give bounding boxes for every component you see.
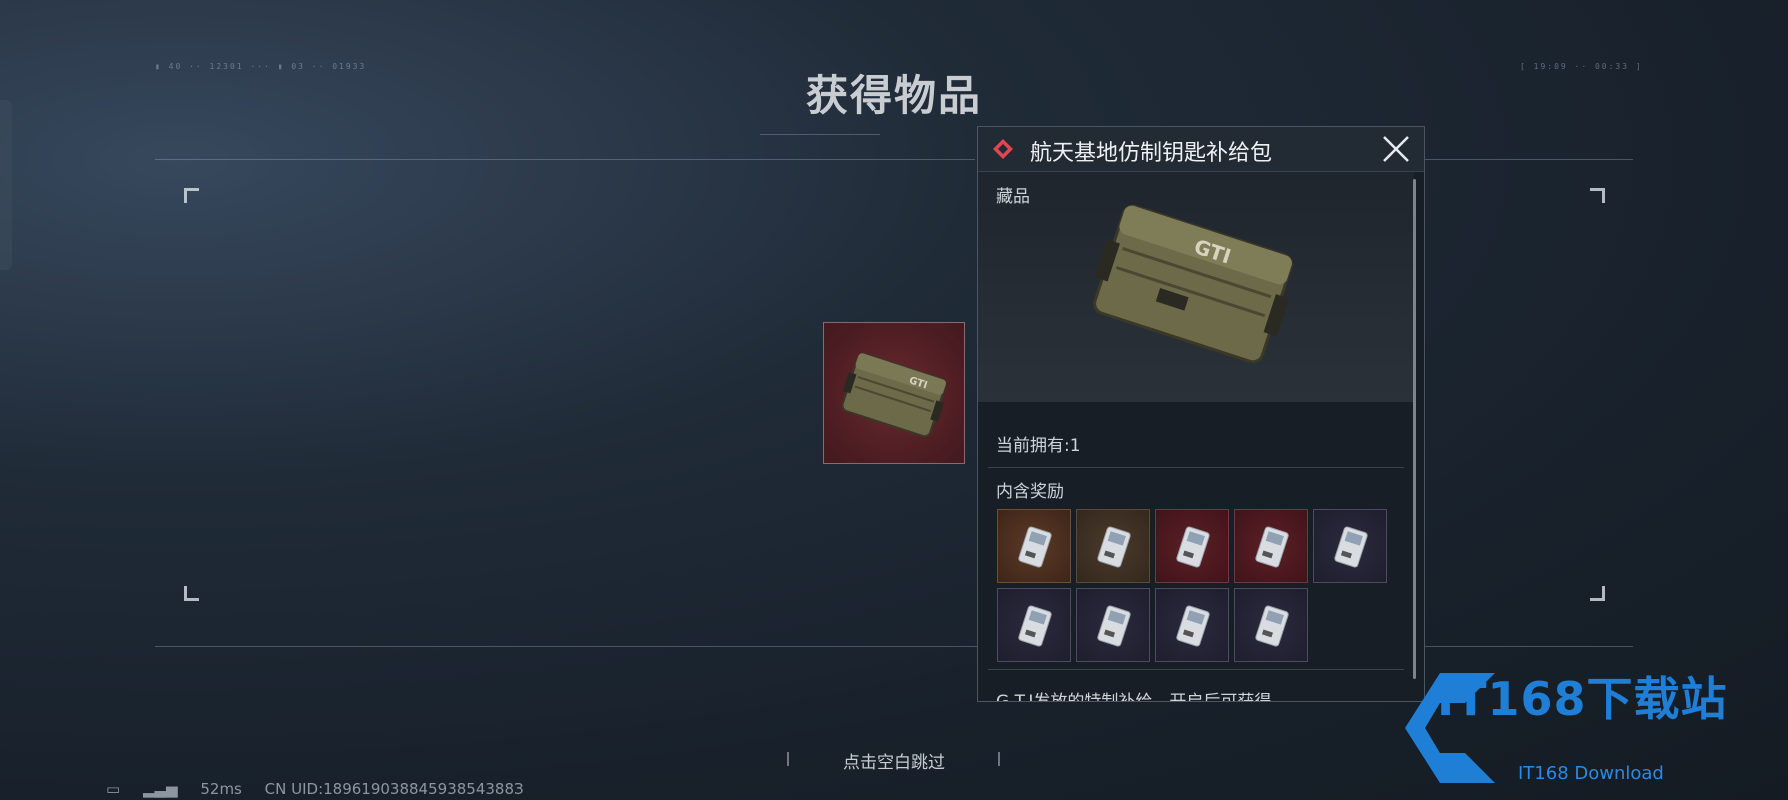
frame-corner-br xyxy=(1590,586,1605,601)
user-uid: CN UID:18961903884593854388З xyxy=(264,780,524,798)
hud-line-bottom-left xyxy=(155,646,977,647)
signal-icon: ▂▃▅ xyxy=(142,780,178,798)
keycard-icon xyxy=(1255,526,1289,568)
side-drawer-tab[interactable] xyxy=(0,100,12,270)
keycard-icon xyxy=(1097,526,1131,568)
keycard-icon xyxy=(1176,605,1210,647)
skip-bracket-right xyxy=(998,752,1000,766)
hud-line-bottom-right xyxy=(1425,646,1633,647)
supply-case-icon: GTI xyxy=(841,352,947,438)
keycard-icon xyxy=(1018,605,1052,647)
item-detail-popup: 航天基地仿制钥匙补给包 藏品 GTI 当前拥有:1 内含奖励 G.T.I发放的特… xyxy=(977,126,1425,702)
supply-case-large-icon: GTI xyxy=(1093,204,1293,364)
frame-corner-bl xyxy=(184,586,199,601)
rewards-label: 内含奖励 xyxy=(996,482,1064,502)
battery-icon: ▭ xyxy=(106,780,121,798)
status-bar: ▭ ▂▃▅ 52ms CN UID:18961903884593854388З xyxy=(106,780,542,798)
reward-item-cell[interactable] xyxy=(1076,509,1150,583)
hud-line-top-left xyxy=(155,159,975,160)
reward-item-cell[interactable] xyxy=(997,509,1071,583)
watermark-brand: IT168下载站 xyxy=(1437,672,1728,726)
reward-item-cell[interactable] xyxy=(1155,509,1229,583)
keycard-icon xyxy=(1255,605,1289,647)
watermark: IT168下载站 IT168 Download xyxy=(1385,663,1775,793)
reward-item-cell[interactable] xyxy=(1234,509,1308,583)
keycard-icon xyxy=(1176,526,1210,568)
frame-corner-tl xyxy=(184,188,199,203)
reward-item-cell[interactable] xyxy=(997,588,1071,662)
close-icon[interactable] xyxy=(1380,133,1412,165)
reward-item-cell[interactable] xyxy=(1076,588,1150,662)
popup-header: 航天基地仿制钥匙补给包 xyxy=(978,127,1424,172)
item-preview: 藏品 GTI xyxy=(978,172,1414,402)
divider xyxy=(988,669,1404,670)
keycard-icon xyxy=(1018,526,1052,568)
reward-item-cell[interactable] xyxy=(1313,509,1387,583)
popup-scrollbar[interactable] xyxy=(1413,179,1416,679)
ping-value: 52ms xyxy=(200,780,242,798)
keycard-icon xyxy=(1097,605,1131,647)
owned-count: 当前拥有:1 xyxy=(996,436,1081,456)
reward-item-cell[interactable] xyxy=(1234,588,1308,662)
rarity-diamond-icon xyxy=(993,139,1013,159)
keycard-icon xyxy=(1334,526,1368,568)
popup-title: 航天基地仿制钥匙补给包 xyxy=(1030,141,1273,166)
hud-line-title-left xyxy=(760,134,880,135)
divider xyxy=(988,467,1404,468)
watermark-subtitle: IT168 Download xyxy=(1518,763,1664,784)
item-description: G.T.I发放的特制补给，开启后可获得 xyxy=(996,692,1272,702)
page-title: 获得物品 xyxy=(805,71,982,120)
acquired-item-tile[interactable]: GTI xyxy=(823,322,965,464)
item-category: 藏品 xyxy=(996,187,1030,207)
reward-item-cell[interactable] xyxy=(1155,588,1229,662)
frame-corner-tr xyxy=(1590,188,1605,203)
hud-line-top-right xyxy=(1425,159,1633,160)
